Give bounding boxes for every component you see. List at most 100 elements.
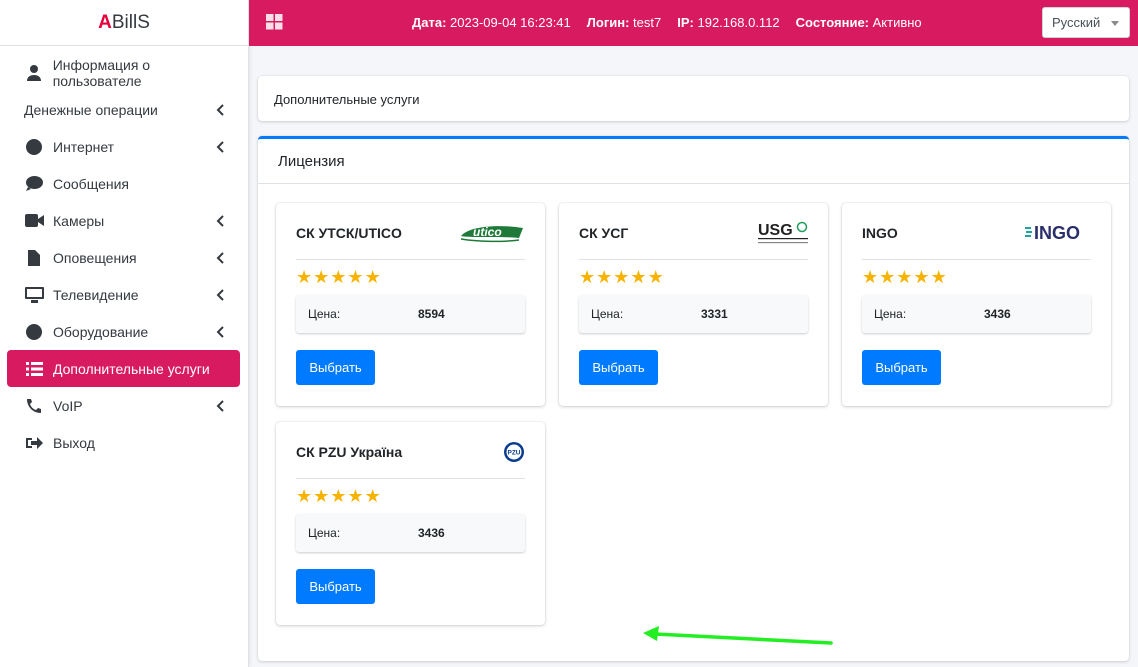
- date-value: 2023-09-04 16:23:41: [450, 15, 571, 30]
- sidebar-item-voip[interactable]: VoIP: [7, 387, 240, 424]
- service-card: СК УСГ USG ★ ★ ★ ★ ★ Цена: 3331 Выбрать: [559, 203, 828, 406]
- sidebar-item-internet[interactable]: Интернет: [7, 128, 240, 165]
- chevron-left-icon: [216, 288, 226, 301]
- grid-icon[interactable]: [266, 14, 283, 30]
- session-info: Дата: 2023-09-04 16:23:41 Логин: test7 IP:…: [412, 15, 922, 30]
- card-title: СК УСГ: [579, 225, 629, 241]
- circle-icon: [24, 323, 44, 341]
- sidebar-item-money[interactable]: Денежные операции: [7, 91, 240, 128]
- video-camera-icon: [24, 212, 44, 230]
- sidebar-item-label: Камеры: [53, 212, 105, 229]
- usg-logo: USG: [758, 219, 808, 247]
- price-box: Цена: 3436: [296, 514, 525, 552]
- login-label: Логин:: [586, 15, 630, 30]
- sidebar-item-label: VoIP: [53, 397, 83, 414]
- price-label: Цена:: [591, 307, 624, 321]
- star-icon: ★: [330, 267, 347, 287]
- status-label: Состояние:: [795, 15, 869, 30]
- date-label: Дата:: [412, 15, 447, 30]
- main-content: Дополнительные услуги Лицензия СК УТСК/U…: [249, 46, 1138, 667]
- star-icon: ★: [596, 267, 613, 287]
- chevron-left-icon: [216, 251, 226, 264]
- desktop-icon: [24, 286, 44, 304]
- sidebar-item-label: Выход: [53, 434, 95, 451]
- star-icon: ★: [579, 267, 596, 287]
- svg-text:INGO: INGO: [1034, 223, 1080, 243]
- card-title: INGO: [862, 225, 898, 241]
- ingo-logo: INGO: [1025, 219, 1091, 247]
- sidebar-item-user-info[interactable]: Информация о пользователе: [7, 54, 240, 91]
- select-button[interactable]: Выбрать: [296, 350, 375, 385]
- price-box: Цена: 8594: [296, 295, 525, 333]
- sidebar-nav: Информация о пользователе Денежные опера…: [0, 46, 248, 461]
- star-icon: ★: [364, 267, 381, 287]
- star-icon: ★: [364, 486, 381, 506]
- sidebar-item-logout[interactable]: Выход: [7, 424, 240, 461]
- star-icon: ★: [347, 486, 364, 506]
- sidebar-item-notifications[interactable]: Оповещения: [7, 239, 240, 276]
- price-value: 3436: [418, 526, 445, 540]
- select-button[interactable]: Выбрать: [296, 569, 375, 604]
- status-value: Активно: [872, 15, 922, 30]
- chevron-left-icon: [216, 103, 226, 116]
- service-card: СК PZU Україна PZU ★ ★ ★ ★ ★ Цена: 3436 Выбр…: [276, 422, 545, 625]
- sidebar: A BillS Информация о пользователе Денежны…: [0, 0, 249, 667]
- license-panel: Лицензия СК УТСК/UTICO utico ★ ★ ★ ★ ★ Цена:…: [258, 136, 1129, 661]
- star-icon: ★: [296, 486, 313, 506]
- select-button[interactable]: Выбрать: [862, 350, 941, 385]
- price-label: Цена:: [874, 307, 907, 321]
- chevron-left-icon: [216, 399, 226, 412]
- top-header: Дата: 2023-09-04 16:23:41 Логин: test7 IP:…: [249, 0, 1138, 46]
- ip-label: IP:: [677, 15, 694, 30]
- sidebar-item-tv[interactable]: Телевидение: [7, 276, 240, 313]
- price-label: Цена:: [308, 526, 341, 540]
- sidebar-item-label: Информация о пользователе: [52, 56, 151, 89]
- language-select[interactable]: Русский: [1042, 7, 1130, 38]
- sidebar-item-label: Оповещения: [53, 249, 137, 266]
- language-value: Русский: [1052, 15, 1101, 30]
- list-icon: [24, 360, 44, 378]
- price-value: 8594: [418, 307, 445, 321]
- select-button[interactable]: Выбрать: [579, 350, 658, 385]
- brand-name: BillS: [111, 11, 150, 33]
- chevron-left-icon: [216, 214, 226, 227]
- rating-stars: ★ ★ ★ ★ ★: [296, 486, 381, 506]
- chevron-left-icon: [216, 140, 226, 153]
- star-icon: ★: [296, 267, 313, 287]
- star-icon: ★: [330, 486, 347, 506]
- sidebar-item-label: Сообщения: [53, 175, 129, 192]
- svg-text:utico: utico: [473, 225, 502, 239]
- user-icon: [24, 64, 44, 82]
- star-icon: ★: [896, 267, 913, 287]
- chevron-left-icon: [216, 325, 226, 338]
- price-box: Цена: 3331: [579, 295, 808, 333]
- star-icon: ★: [313, 486, 330, 506]
- rating-stars: ★ ★ ★ ★ ★: [579, 267, 664, 287]
- sidebar-item-label: Интернет: [53, 138, 115, 155]
- login-value: test7: [633, 15, 662, 30]
- price-label: Цена:: [308, 307, 341, 321]
- sidebar-item-messages[interactable]: Сообщения: [7, 165, 240, 202]
- pzu-logo: PZU: [503, 438, 525, 466]
- star-icon: ★: [313, 267, 330, 287]
- star-icon: ★: [630, 267, 647, 287]
- breadcrumb: Дополнительные услуги: [258, 76, 1129, 121]
- star-icon: ★: [879, 267, 896, 287]
- annotation-arrow-icon: [643, 626, 833, 645]
- sidebar-item-label: Дополнительные услуги: [53, 360, 210, 377]
- sidebar-item-additional-services[interactable]: Дополнительные услуги: [7, 350, 240, 387]
- circle-icon: [24, 138, 44, 156]
- sidebar-item-equipment[interactable]: Оборудование: [7, 313, 240, 350]
- svg-text:PZU: PZU: [508, 450, 521, 457]
- price-value: 3331: [701, 307, 728, 321]
- phone-icon: [24, 397, 44, 415]
- caret-down-icon: [1111, 21, 1119, 26]
- star-icon: ★: [862, 267, 879, 287]
- ip-value: 192.168.0.112: [697, 15, 780, 30]
- sidebar-item-cameras[interactable]: Камеры: [7, 202, 240, 239]
- card-title: СК УТСК/UTICO: [296, 225, 402, 241]
- brand-logo[interactable]: A BillS: [0, 0, 248, 46]
- service-card: СК УТСК/UTICO utico ★ ★ ★ ★ ★ Цена: 8594 Выб…: [276, 203, 545, 406]
- star-icon: ★: [647, 267, 664, 287]
- card-title: СК PZU Україна: [296, 444, 403, 460]
